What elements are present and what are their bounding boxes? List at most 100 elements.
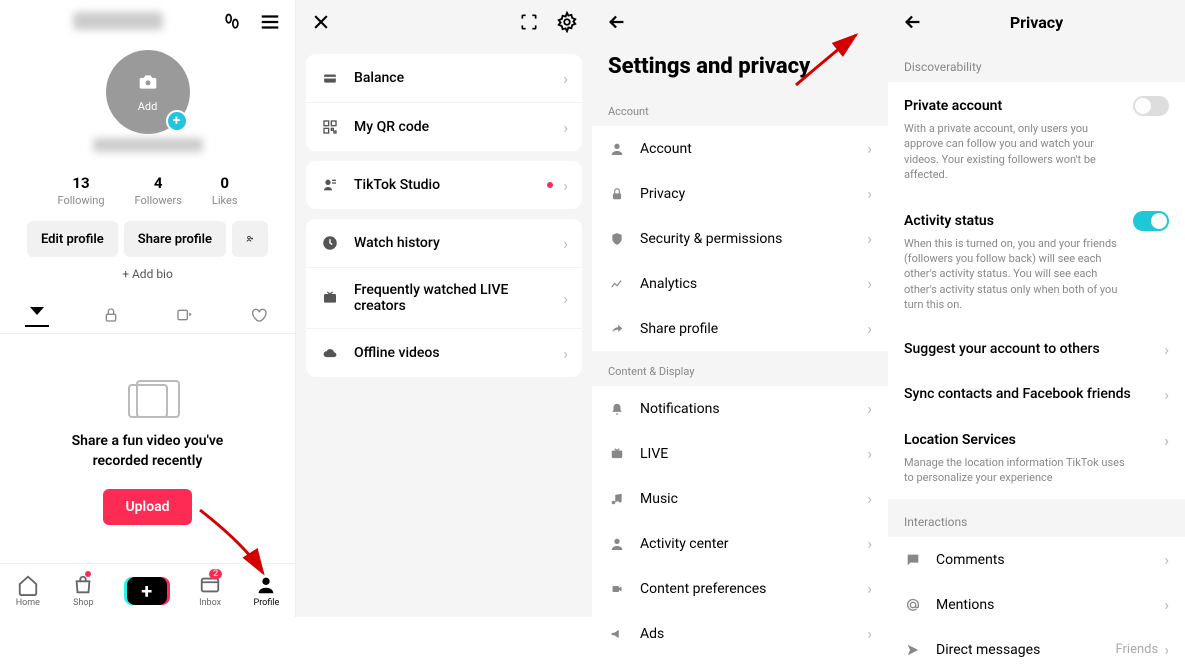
chevron-right-icon: › — [867, 624, 872, 643]
avatar[interactable]: Add + — [106, 50, 190, 134]
empty-text: Share a fun video you've recorded recent… — [72, 432, 224, 471]
menu-card-2: TikTok Studio› — [306, 161, 582, 209]
settings-activity-center[interactable]: Activity center› — [592, 521, 888, 566]
chevron-right-icon: › — [563, 344, 568, 363]
cloud-icon — [320, 343, 340, 363]
menu-card-1: Balance› My QR code› — [306, 54, 582, 151]
chevron-right-icon: › — [867, 319, 872, 338]
chart-icon — [608, 275, 626, 293]
stats-row: 13Following 4Followers 0Likes — [0, 174, 295, 207]
tv-icon — [608, 445, 626, 463]
profile-panel: Add + 13Following 4Followers 0Likes Edit… — [0, 0, 296, 617]
tab-locked[interactable] — [99, 303, 123, 327]
scan-icon[interactable] — [518, 11, 540, 33]
settings-privacy[interactable]: Privacy› — [592, 171, 888, 216]
upload-button[interactable]: Upload — [103, 489, 191, 525]
chevron-right-icon: › — [867, 139, 872, 158]
tab-liked[interactable] — [246, 303, 270, 327]
bell-icon — [608, 400, 626, 418]
add-friend-button[interactable] — [232, 221, 268, 257]
settings-security[interactable]: Security & permissions› — [592, 216, 888, 261]
settings-live[interactable]: LIVE› — [592, 431, 888, 476]
studio-icon — [320, 175, 340, 195]
settings-icon[interactable] — [556, 11, 578, 33]
menu-icon[interactable] — [259, 11, 281, 33]
settings-content-prefs[interactable]: Content preferences› — [592, 566, 888, 611]
private-account-toggle[interactable] — [1133, 96, 1169, 116]
wallet-icon — [320, 68, 340, 88]
chevron-right-icon: › — [1164, 640, 1169, 659]
stat-following[interactable]: 13Following — [57, 174, 104, 207]
add-bio-button[interactable]: + Add bio — [0, 267, 295, 281]
menu-offline[interactable]: Offline videos› — [306, 328, 582, 377]
nav-home[interactable]: Home — [16, 573, 40, 608]
menu-watch-history[interactable]: Watch history› — [306, 219, 582, 267]
stat-followers[interactable]: 4Followers — [135, 174, 182, 207]
privacy-panel: Privacy Discoverability Private account … — [888, 0, 1185, 617]
settings-music[interactable]: Music› — [592, 476, 888, 521]
add-plus-badge[interactable]: + — [166, 110, 188, 132]
back-icon[interactable] — [902, 11, 924, 33]
clock-icon — [320, 233, 340, 253]
privacy-activity-status: Activity status When this is turned on, … — [904, 197, 1169, 327]
settings-share-profile[interactable]: Share profile› — [592, 306, 888, 351]
settings-account[interactable]: Account› — [592, 126, 888, 171]
empty-state: Share a fun video you've recorded recent… — [0, 334, 295, 563]
privacy-sync-contacts[interactable]: Sync contacts and Facebook friends› — [904, 372, 1169, 417]
section-content: Content & Display — [592, 351, 888, 386]
nav-create[interactable]: + — [127, 577, 167, 605]
menu-qr[interactable]: My QR code› — [306, 102, 582, 151]
stat-likes[interactable]: 0Likes — [212, 174, 238, 207]
chevron-right-icon: › — [563, 289, 568, 308]
chevron-right-icon: › — [1164, 431, 1169, 450]
chevron-right-icon: › — [867, 399, 872, 418]
nav-profile[interactable]: Profile — [254, 573, 280, 608]
privacy-private-account: Private account With a private account, … — [904, 82, 1169, 197]
chevron-right-icon: › — [867, 229, 872, 248]
tab-reposts[interactable] — [172, 303, 196, 327]
menu-live-creators[interactable]: Frequently watched LIVE creators› — [306, 267, 582, 328]
send-icon — [904, 641, 922, 659]
chevron-right-icon: › — [563, 118, 568, 137]
settings-notifications[interactable]: Notifications› — [592, 386, 888, 431]
menu-panel: Balance› My QR code› TikTok Studio› Watc… — [296, 0, 592, 617]
nav-shop[interactable]: Shop — [71, 573, 95, 608]
lock-icon — [608, 185, 626, 203]
chevron-right-icon: › — [867, 579, 872, 598]
chevron-right-icon: › — [1164, 385, 1169, 404]
camera-icon — [136, 72, 160, 98]
menu-balance[interactable]: Balance› — [306, 54, 582, 102]
edit-profile-button[interactable]: Edit profile — [27, 221, 118, 257]
shield-icon — [608, 230, 626, 248]
settings-panel: Settings and privacy Account Account› Pr… — [592, 0, 888, 617]
settings-analytics[interactable]: Analytics› — [592, 261, 888, 306]
chevron-right-icon: › — [867, 274, 872, 293]
close-icon[interactable] — [310, 11, 332, 33]
chevron-right-icon: › — [867, 534, 872, 553]
privacy-mentions[interactable]: Mentions› — [888, 582, 1185, 627]
avatar-add-label: Add — [138, 100, 158, 113]
privacy-location[interactable]: Location Services› Manage the location i… — [904, 417, 1169, 500]
privacy-comments[interactable]: Comments› — [888, 537, 1185, 582]
chevron-right-icon: › — [867, 444, 872, 463]
share-profile-button[interactable]: Share profile — [124, 221, 226, 257]
tab-videos[interactable] — [25, 303, 49, 327]
bottom-nav: Home Shop + 2Inbox Profile — [0, 563, 295, 617]
privacy-direct-messages[interactable]: Direct messagesFriends› — [888, 627, 1185, 672]
nav-inbox[interactable]: 2Inbox — [198, 573, 222, 608]
chevron-right-icon: › — [563, 176, 568, 195]
username-blurred — [73, 12, 163, 30]
settings-title: Settings and privacy — [592, 44, 888, 91]
menu-studio[interactable]: TikTok Studio› — [306, 161, 582, 209]
footprints-icon[interactable] — [221, 11, 243, 33]
chevron-right-icon: › — [1164, 340, 1169, 359]
settings-ads[interactable]: Ads› — [592, 611, 888, 656]
back-icon[interactable] — [606, 11, 628, 33]
video-icon — [608, 580, 626, 598]
activity-status-toggle[interactable] — [1133, 211, 1169, 231]
chevron-right-icon: › — [867, 489, 872, 508]
account-list: Account› Privacy› Security & permissions… — [592, 126, 888, 351]
section-discoverability: Discoverability — [888, 44, 1185, 82]
share-icon — [608, 320, 626, 338]
privacy-suggest-account[interactable]: Suggest your account to others› — [904, 327, 1169, 372]
